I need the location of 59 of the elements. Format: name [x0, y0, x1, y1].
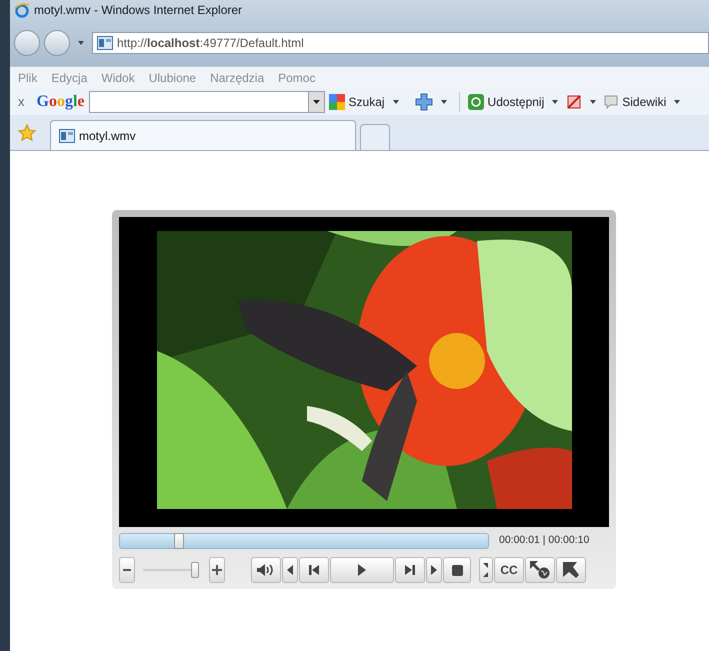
next-icon [405, 565, 415, 575]
stop-button[interactable] [443, 557, 471, 583]
step-forward-button[interactable] [426, 557, 442, 583]
tab[interactable]: motyl.wmv [50, 120, 356, 150]
menu-item[interactable]: Plik [18, 68, 38, 86]
step-back-button[interactable] [282, 557, 298, 583]
close-toolbar-button[interactable]: x [18, 92, 32, 112]
stop-icon [452, 564, 462, 576]
url-text: http://localhost:49777/Default.html [117, 35, 304, 52]
captions-button[interactable]: CC [494, 557, 524, 583]
step-forward-icon [431, 565, 437, 575]
step-back-icon [287, 565, 293, 575]
popout-icon [563, 562, 579, 578]
globe-arrow-icon [530, 561, 550, 579]
time-display: 00:00:01 | 00:00:10 [499, 533, 590, 548]
popout-button[interactable] [556, 557, 586, 583]
menu-item[interactable]: Edycja [51, 68, 88, 86]
google-logo: Google [36, 92, 85, 112]
next-button[interactable] [395, 557, 425, 583]
menu-item[interactable]: Pomoc [278, 68, 316, 86]
previous-button[interactable] [299, 557, 329, 583]
share-icon [468, 94, 484, 110]
volume-thumb[interactable] [191, 562, 200, 578]
back-button[interactable] [14, 30, 40, 56]
globe-arrow-button[interactable] [525, 557, 555, 583]
seek-thumb[interactable] [174, 533, 184, 549]
play-button[interactable] [330, 557, 394, 583]
speech-bubble-icon [604, 94, 618, 108]
mute-button[interactable] [251, 557, 281, 583]
plus-icon[interactable] [414, 92, 433, 110]
dropdown-caret-icon[interactable] [590, 100, 596, 104]
menu-item[interactable]: Narzędzia [210, 68, 264, 86]
fullscreen-icon [483, 563, 489, 577]
search-button[interactable]: Szukaj [328, 92, 385, 110]
forward-button[interactable] [44, 30, 70, 56]
colored-squares-icon [328, 94, 345, 110]
volume-down-button[interactable] [119, 557, 135, 583]
address-field[interactable]: http://localhost:49777/Default.html [92, 32, 709, 54]
sidewiki-button[interactable]: Sidewiki [604, 92, 666, 110]
favorites-star-icon[interactable] [18, 124, 36, 142]
volume-up-icon [212, 565, 222, 575]
search-field[interactable] [88, 90, 325, 112]
dropdown-caret-icon[interactable] [552, 100, 558, 104]
menu-item[interactable]: Widok [101, 68, 135, 86]
browser-logo-icon [14, 2, 30, 18]
menu-item[interactable]: Ulubione [148, 68, 196, 86]
mute-icon [257, 564, 275, 576]
window-title: motyl.wmv - Windows Internet Explorer [34, 2, 242, 19]
volume-up-button[interactable] [209, 557, 225, 583]
play-icon [358, 564, 366, 576]
dropdown-caret-icon[interactable] [392, 100, 399, 104]
share-button[interactable]: Udostępnij [468, 92, 544, 110]
page-icon [59, 128, 75, 144]
dropdown-caret-icon[interactable] [308, 92, 324, 112]
dropdown-caret-icon[interactable] [674, 100, 680, 104]
fullscreen-button[interactable] [479, 557, 493, 583]
dropdown-caret-icon[interactable] [440, 100, 447, 104]
page-icon [97, 35, 113, 51]
previous-icon [309, 565, 319, 575]
